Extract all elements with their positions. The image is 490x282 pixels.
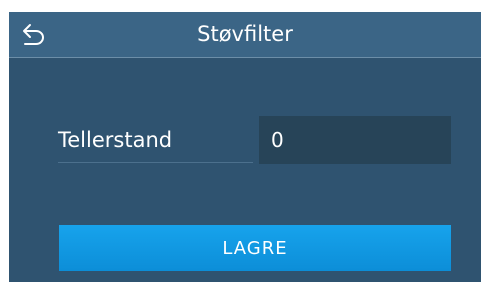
back-arrow-icon — [23, 24, 44, 45]
settings-screen: Støvfilter Tellerstand LAGRE — [9, 12, 481, 282]
page-title: Støvfilter — [197, 22, 293, 46]
counter-input[interactable] — [259, 116, 451, 164]
back-button[interactable] — [17, 18, 51, 52]
counter-label: Tellerstand — [58, 117, 253, 163]
save-button[interactable]: LAGRE — [59, 225, 451, 271]
header-bar: Støvfilter — [9, 12, 481, 58]
